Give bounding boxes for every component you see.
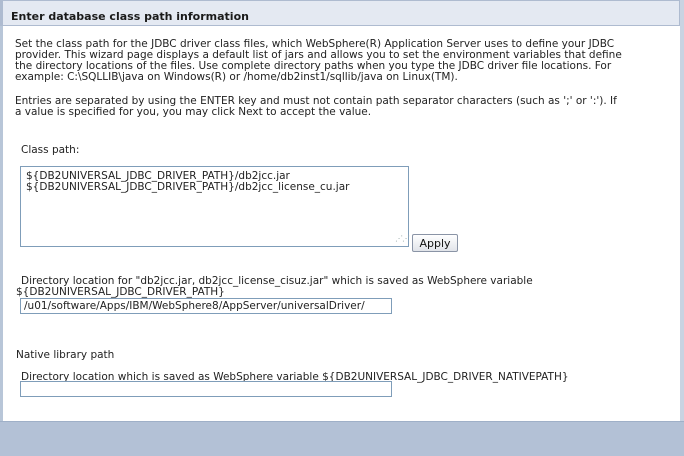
instructions-paragraph-2: Entries are separated by using the ENTER… <box>15 96 667 118</box>
page-title: Enter database class path information <box>11 10 249 23</box>
apply-button[interactable]: Apply <box>412 234 458 252</box>
instructions-paragraph-1: Set the class path for the JDBC driver c… <box>15 39 667 83</box>
native-library-heading: Native library path <box>16 349 115 361</box>
instruction-line: a value is specified for you, you may cl… <box>15 106 372 118</box>
directory-location-input[interactable]: /u01/software/Apps/IBM/WebSphere8/AppSer… <box>20 298 392 314</box>
right-border <box>680 0 684 421</box>
instruction-line: example: C:\SQLLIB\java on Windows(R) or… <box>15 71 458 83</box>
content-panel: Set the class path for the JDBC driver c… <box>3 26 680 421</box>
resize-grip-icon[interactable]: ⋰⋰ <box>395 235 410 243</box>
section-header: Enter database class path information <box>0 0 680 26</box>
directory-variable-label: ${DB2UNIVERSAL_JDBC_DRIVER_PATH} <box>16 286 225 298</box>
class-path-textarea[interactable]: ${DB2UNIVERSAL_JDBC_DRIVER_PATH}/db2jcc.… <box>20 166 410 247</box>
native-library-input[interactable] <box>20 381 392 397</box>
class-path-line: ${DB2UNIVERSAL_JDBC_DRIVER_PATH}/db2jcc_… <box>26 181 350 193</box>
class-path-label: Class path: <box>21 144 80 156</box>
wizard-page: Enter database class path information Se… <box>0 0 684 456</box>
footer-bar <box>0 421 684 456</box>
